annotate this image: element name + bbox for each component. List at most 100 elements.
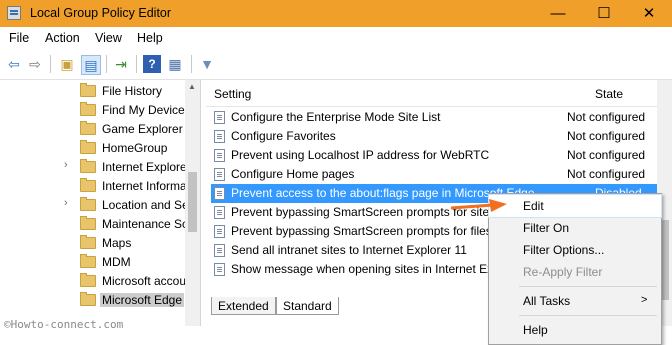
tree-item[interactable]: File History [0,82,185,101]
policy-name: Prevent using Localhost IP address for W… [231,148,490,162]
tree-item-label: Game Explorer [102,122,183,136]
tree-item-label: Internet Explore [102,160,187,174]
context-menu-reapply-filter: Re-Apply Filter [489,261,661,283]
context-menu-filter-on[interactable]: Filter On [489,217,661,239]
tree-item-label: Find My Device [102,103,185,117]
callout-arrow-shaft [450,203,494,210]
policy-setting-icon [214,263,225,276]
folder-icon [80,254,96,268]
tree-item-microsoft-edge[interactable]: Microsoft Edge [0,291,185,310]
help-icon[interactable]: ? [143,55,161,73]
back-arrow-icon[interactable]: ⇦ [5,55,23,73]
forward-arrow-icon[interactable]: ⇨ [26,55,44,73]
context-menu-filter-options[interactable]: Filter Options... [489,239,661,261]
toolbar-separator [136,55,137,73]
show-hide-tree-icon[interactable]: ▤ [81,55,101,75]
policy-setting-icon [214,149,225,162]
tree-item[interactable]: MDM [0,253,185,272]
filter-icon[interactable]: ▼ [198,55,216,73]
tree-item-label: HomeGroup [102,141,168,155]
tree-item[interactable]: › Location and Se [0,196,189,215]
export-list-icon[interactable]: ⇥ [112,55,130,73]
policy-row[interactable]: Configure Favorites Not configured [211,127,657,146]
policy-name: Configure Favorites [231,129,336,143]
policy-state: Not configured [567,129,646,143]
context-menu: Edit Filter On Filter Options... Re-Appl… [488,193,662,345]
toolbar-separator [50,55,51,73]
context-menu-edit[interactable]: Edit [488,194,662,218]
tree-item[interactable]: Maintenance Sc [0,215,189,234]
context-menu-help[interactable]: Help [489,319,661,341]
tree-item-label: Location and Se [102,198,189,212]
column-header-state[interactable]: State [595,87,623,101]
context-menu-label: Filter Options... [523,243,605,257]
minimize-button[interactable]: — [535,0,581,27]
policy-setting-icon [214,244,225,257]
menu-bar: File Action View Help [0,27,672,49]
policy-setting-icon [214,130,225,143]
tree-scrollbar[interactable]: ▲ [185,80,200,326]
close-button[interactable]: ✕ [626,0,672,27]
policy-state: Not configured [567,148,646,162]
toolbar-separator [191,55,192,73]
policy-setting-icon [214,225,225,238]
menu-action[interactable]: Action [45,31,80,45]
menu-view[interactable]: View [95,31,122,45]
toolbar-separator [106,55,107,73]
policy-name: Send all intranet sites to Internet Expl… [231,243,467,257]
folder-icon [80,140,96,154]
tree-item[interactable]: Find My Device [0,101,185,120]
menu-help[interactable]: Help [137,31,163,45]
title-bar: Local Group Policy Editor — ☐ ✕ [0,0,672,27]
tree-item-label: Maintenance Sc [102,217,189,231]
list-header: Setting State [206,80,672,107]
folder-icon [80,197,96,211]
context-menu-label: Edit [523,199,544,213]
tab-extended[interactable]: Extended [211,297,276,315]
tree-item[interactable]: Internet Informa [0,177,187,196]
tree-item-label: Microsoft accou [102,274,187,288]
callout-arrow-icon [450,199,507,212]
policy-setting-icon [214,206,225,219]
properties-icon[interactable]: ▦ [166,55,184,73]
policy-state: Not configured [567,110,646,124]
tree-item-label: Microsoft Edge [100,293,185,307]
tree-item[interactable]: Maps [0,234,185,253]
scrollbar-thumb[interactable] [188,172,197,232]
scroll-up-icon[interactable]: ▲ [188,82,196,91]
policy-setting-icon [214,187,225,200]
policy-row[interactable]: Prevent using Localhost IP address for W… [211,146,657,165]
tree-item-label: File History [102,84,163,98]
policy-name: Show message when opening sites in Inter… [231,262,500,276]
chevron-right-icon[interactable]: › [64,159,68,171]
policy-setting-icon [214,111,225,124]
tree-item-label: MDM [102,255,131,269]
column-header-setting[interactable]: Setting [214,87,251,101]
policy-row[interactable]: Configure the Enterprise Mode Site List … [211,108,657,127]
policy-row[interactable]: Configure Home pages Not configured [211,165,657,184]
folder-icon [80,121,96,135]
folder-icon [80,159,96,173]
folder-icon [80,216,96,230]
folder-up-icon[interactable]: ▣ [58,55,76,73]
tab-standard[interactable]: Standard [276,297,339,315]
policy-setting-icon [214,168,225,181]
maximize-button[interactable]: ☐ [581,0,627,27]
context-menu-label: Filter On [523,221,570,235]
tree-item[interactable]: Game Explorer [0,120,185,139]
context-menu-label: Help [523,323,548,337]
chevron-right-icon[interactable]: › [64,197,68,209]
context-menu-all-tasks[interactable]: All Tasks > [489,290,661,312]
folder-icon [80,178,96,192]
tree-item[interactable]: Microsoft accou [0,272,187,291]
tree-item-label: Maps [102,236,132,250]
tree-item[interactable]: HomeGroup [0,139,185,158]
menu-separator [519,286,657,287]
policy-editor-icon [7,6,21,20]
policy-name: Configure Home pages [231,167,355,181]
menu-separator [519,315,657,316]
menu-file[interactable]: File [9,31,29,45]
policy-state: Not configured [567,167,646,181]
view-tabs: Extended Standard [206,297,486,317]
tree-item[interactable]: › Internet Explore [0,158,187,177]
